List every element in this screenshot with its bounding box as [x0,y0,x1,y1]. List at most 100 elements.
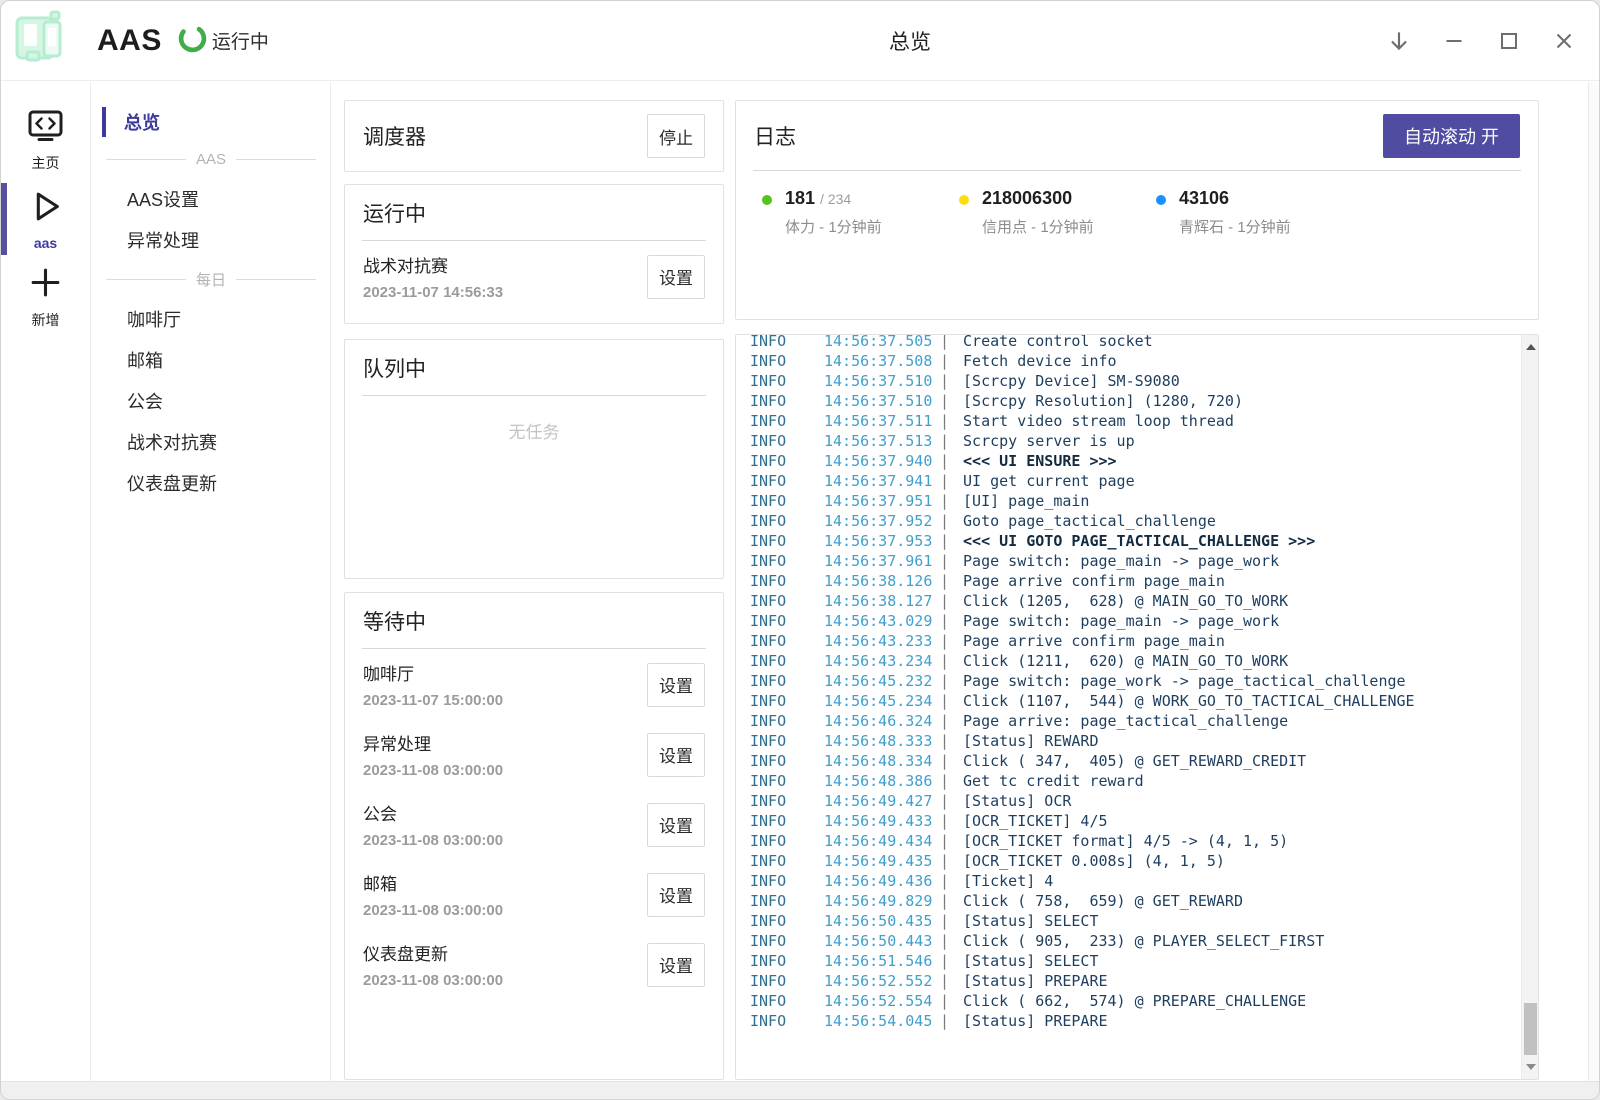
log-timestamp: 14:56:49.434 [824,831,940,851]
task-settings-button[interactable]: 设置 [647,943,705,987]
queue-title: 队列中 [363,353,426,383]
sidebar-item-label: 仪表盘更新 [127,470,217,496]
plus-icon [28,265,63,305]
maximize-button[interactable] [1481,13,1536,69]
log-level: INFO [736,971,824,991]
running-card: 运行中 战术对抗赛 2023-11-07 14:56:33 设置 [344,184,724,324]
log-message: [OCR_TICKET] 4/5 [949,812,1108,830]
task-time: 2023-11-07 15:00:00 [363,692,503,709]
main-scrollbar-track[interactable] [1588,82,1599,1081]
sidebar-item[interactable]: 总览 [92,104,330,140]
log-separator: | [940,972,949,990]
log-level: INFO [736,871,824,891]
log-separator: | [940,592,949,610]
log-message: Page switch: page_main -> page_work [949,612,1279,630]
log-timestamp: 14:56:52.554 [824,991,940,1011]
log-message: Click (1107, 544) @ WORK_GO_TO_TACTICAL_… [949,692,1415,710]
rail-item-home[interactable]: 主页 [1,102,90,180]
sidebar-item-label: 咖啡厅 [127,306,181,332]
log-level: INFO [736,851,824,871]
sidebar-item[interactable]: 邮箱 [92,339,330,380]
task-info: 仪表盘更新2023-11-08 03:00:00 [363,940,503,989]
log-line: INFO14:56:50.443|Click ( 905, 233) @ PLA… [736,931,1538,951]
autoscroll-toggle-button[interactable]: 自动滚动 开 [1383,114,1520,158]
task-settings-button[interactable]: 设置 [647,733,705,777]
log-separator: | [940,532,949,550]
resource-stat: 43106青辉石 - 1分钟前 [1156,188,1353,237]
active-indicator [102,107,106,137]
stat-value: 181 [785,188,815,208]
task-name: 咖啡厅 [363,660,503,685]
log-timestamp: 14:56:37.951 [824,491,940,511]
log-line: INFO14:56:48.386|Get tc credit reward [736,771,1538,791]
resource-stats-row: 181/ 234体力 - 1分钟前218006300信用点 - 1分钟前4310… [736,171,1538,237]
log-lines: INFO14:56:37.505|Create control socket IN… [736,334,1538,1031]
log-line: INFO14:56:37.505|Create control socket [736,334,1538,351]
log-level: INFO [736,931,824,951]
download-arrow-button[interactable] [1371,13,1426,69]
rail-item-aas[interactable]: aas [1,180,90,258]
rail-item-label: 主页 [32,153,60,173]
task-name: 仪表盘更新 [363,940,503,965]
log-separator: | [940,812,949,830]
log-separator: | [940,932,949,950]
sidebar-item[interactable]: 公会 [92,380,330,421]
waiting-task-row: 公会2023-11-08 03:00:00设置 [345,789,723,859]
log-message: [Ticket] 4 [949,872,1053,890]
waiting-task-row: 邮箱2023-11-08 03:00:00设置 [345,859,723,929]
scheduler-title: 调度器 [363,121,426,151]
log-separator: | [940,412,949,430]
rail-item-label: aas [34,235,57,251]
app-window: AAS 运行中 总览 [0,0,1600,1100]
task-settings-button[interactable]: 设置 [647,255,705,299]
minimize-button[interactable] [1426,13,1481,69]
app-logo-icon [11,8,71,73]
log-line: INFO14:56:48.333|[Status] REWARD [736,731,1538,751]
log-timestamp: 14:56:49.427 [824,791,940,811]
close-button[interactable] [1536,13,1591,69]
sidebar-item[interactable]: 咖啡厅 [92,298,330,339]
stop-button[interactable]: 停止 [647,114,705,158]
rail-item-label: 新增 [32,310,60,330]
stat-suffix: / 234 [820,191,851,207]
task-name: 公会 [363,800,503,825]
task-settings-button[interactable]: 设置 [647,663,705,707]
log-title: 日志 [754,121,796,151]
log-level: INFO [736,511,824,531]
scroll-up-arrow-icon[interactable] [1526,344,1536,350]
rail-item-add[interactable]: 新增 [1,258,90,336]
scrollbar-thumb[interactable] [1524,1003,1537,1055]
sidebar-item[interactable]: 仪表盘更新 [92,462,330,503]
log-timestamp: 14:56:54.045 [824,1011,940,1031]
status-dot-icon [959,195,969,205]
log-level: INFO [736,771,824,791]
log-separator: | [940,752,949,770]
sidebar-item[interactable]: AAS设置 [92,178,330,219]
log-separator: | [940,1012,949,1030]
log-timestamp: 14:56:37.510 [824,391,940,411]
task-settings-button[interactable]: 设置 [647,803,705,847]
sidebar-item[interactable]: 异常处理 [92,219,330,260]
log-timestamp: 14:56:43.029 [824,611,940,631]
log-separator: | [940,392,949,410]
log-level: INFO [736,391,824,411]
log-line: INFO14:56:45.232|Page switch: page_work … [736,671,1538,691]
task-settings-button[interactable]: 设置 [647,873,705,917]
log-line: INFO14:56:37.951|[UI] page_main [736,491,1538,511]
brand: AAS 运行中 [1,8,269,73]
log-line: INFO14:56:43.029|Page switch: page_main … [736,611,1538,631]
log-line: INFO14:56:46.324|Page arrive: page_tacti… [736,711,1538,731]
log-line: INFO14:56:54.045|[Status] PREPARE [736,1011,1538,1031]
divider-line [236,159,316,160]
sidebar-item[interactable]: 战术对抗赛 [92,421,330,462]
log-line: INFO14:56:49.436|[Ticket] 4 [736,871,1538,891]
log-message: [Status] REWARD [949,732,1098,750]
scroll-down-arrow-icon[interactable] [1526,1064,1536,1070]
log-scrollbar[interactable] [1521,335,1538,1079]
stat-value: 43106 [1179,188,1229,208]
waiting-task-list: 咖啡厅2023-11-07 15:00:00设置异常处理2023-11-08 0… [345,649,723,999]
stat-value: 218006300 [982,188,1072,208]
stat-line: 218006300 [982,188,1094,209]
log-timestamp: 14:56:37.505 [824,334,940,351]
log-message: Page arrive confirm page_main [949,572,1225,590]
